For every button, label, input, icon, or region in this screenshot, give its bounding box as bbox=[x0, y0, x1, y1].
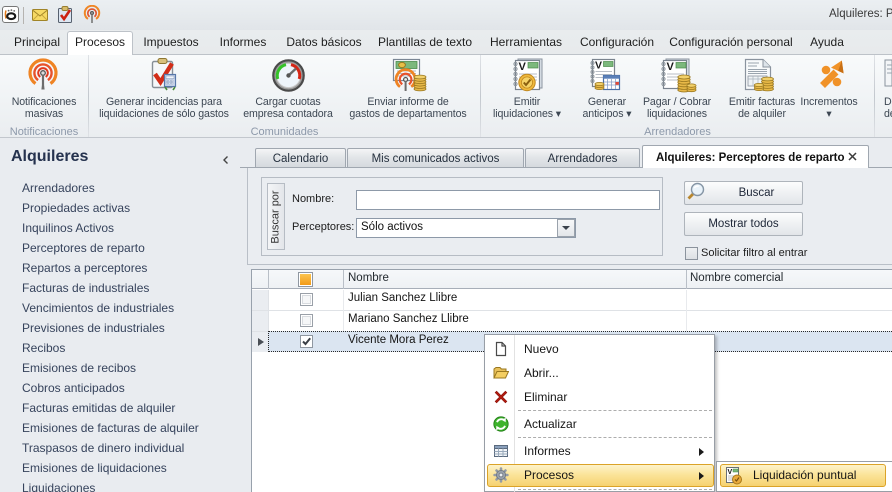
svg-text:V: V bbox=[728, 469, 733, 476]
